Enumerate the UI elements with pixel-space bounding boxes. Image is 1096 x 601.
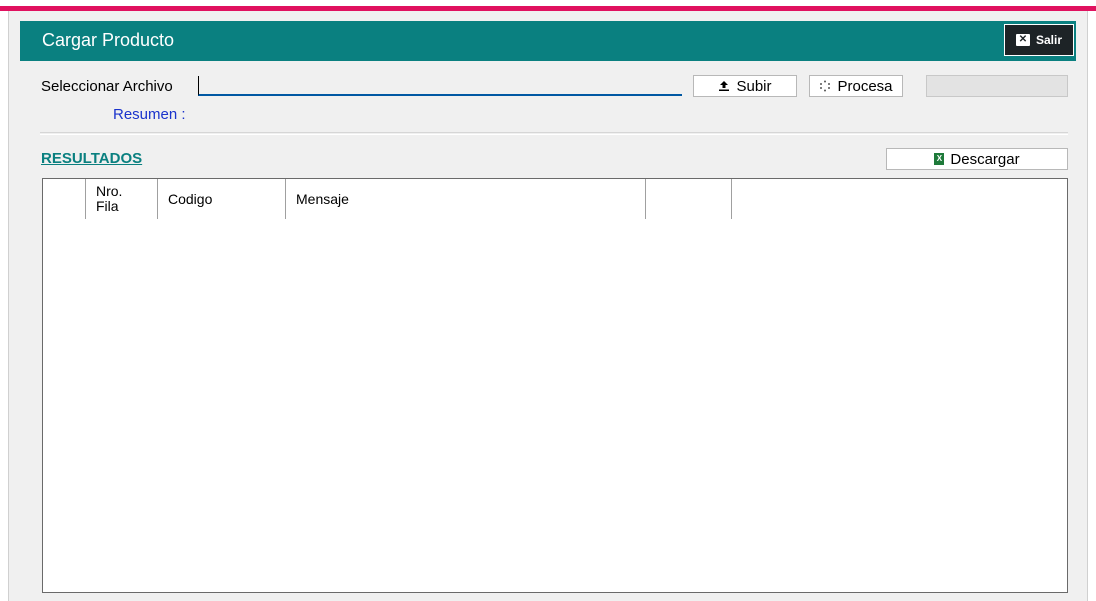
grid-header: Nro. Fila Codigo Mensaje <box>43 179 732 219</box>
process-button-label: Procesa <box>837 77 893 95</box>
download-button-label: Descargar <box>950 150 1020 168</box>
grid-header-code[interactable]: Codigo <box>158 179 286 219</box>
results-title[interactable]: RESULTADOS <box>41 150 142 167</box>
upload-button[interactable]: Subir <box>693 75 797 97</box>
spinner-icon <box>820 80 831 92</box>
file-path-input[interactable] <box>198 76 682 96</box>
summary-label: Resumen : <box>113 106 186 123</box>
close-square-icon: ✕ <box>1015 34 1030 46</box>
exit-button[interactable]: ✕ Salir <box>1004 24 1074 56</box>
grid-header-message[interactable]: Mensaje <box>286 179 646 219</box>
file-select-label: Seleccionar Archivo <box>41 78 173 95</box>
grid-header-row-number[interactable]: Nro. Fila <box>86 179 158 219</box>
page-header: Cargar Producto ✕ Salir <box>20 21 1076 61</box>
exit-button-label: Salir <box>1035 33 1062 47</box>
results-grid[interactable]: Nro. Fila Codigo Mensaje <box>42 178 1068 593</box>
grid-header-selector[interactable] <box>43 179 86 219</box>
main-content: Seleccionar Archivo Subir Procesa Resume… <box>20 61 1076 601</box>
download-button[interactable]: X Descargar <box>886 148 1068 170</box>
grid-header-extra[interactable] <box>646 179 732 219</box>
upload-icon <box>719 81 730 91</box>
page-title: Cargar Producto <box>42 30 175 50</box>
excel-icon: X <box>934 153 945 165</box>
status-box <box>926 75 1068 97</box>
upload-button-label: Subir <box>736 77 772 95</box>
process-button[interactable]: Procesa <box>809 75 903 97</box>
section-divider <box>40 132 1068 135</box>
